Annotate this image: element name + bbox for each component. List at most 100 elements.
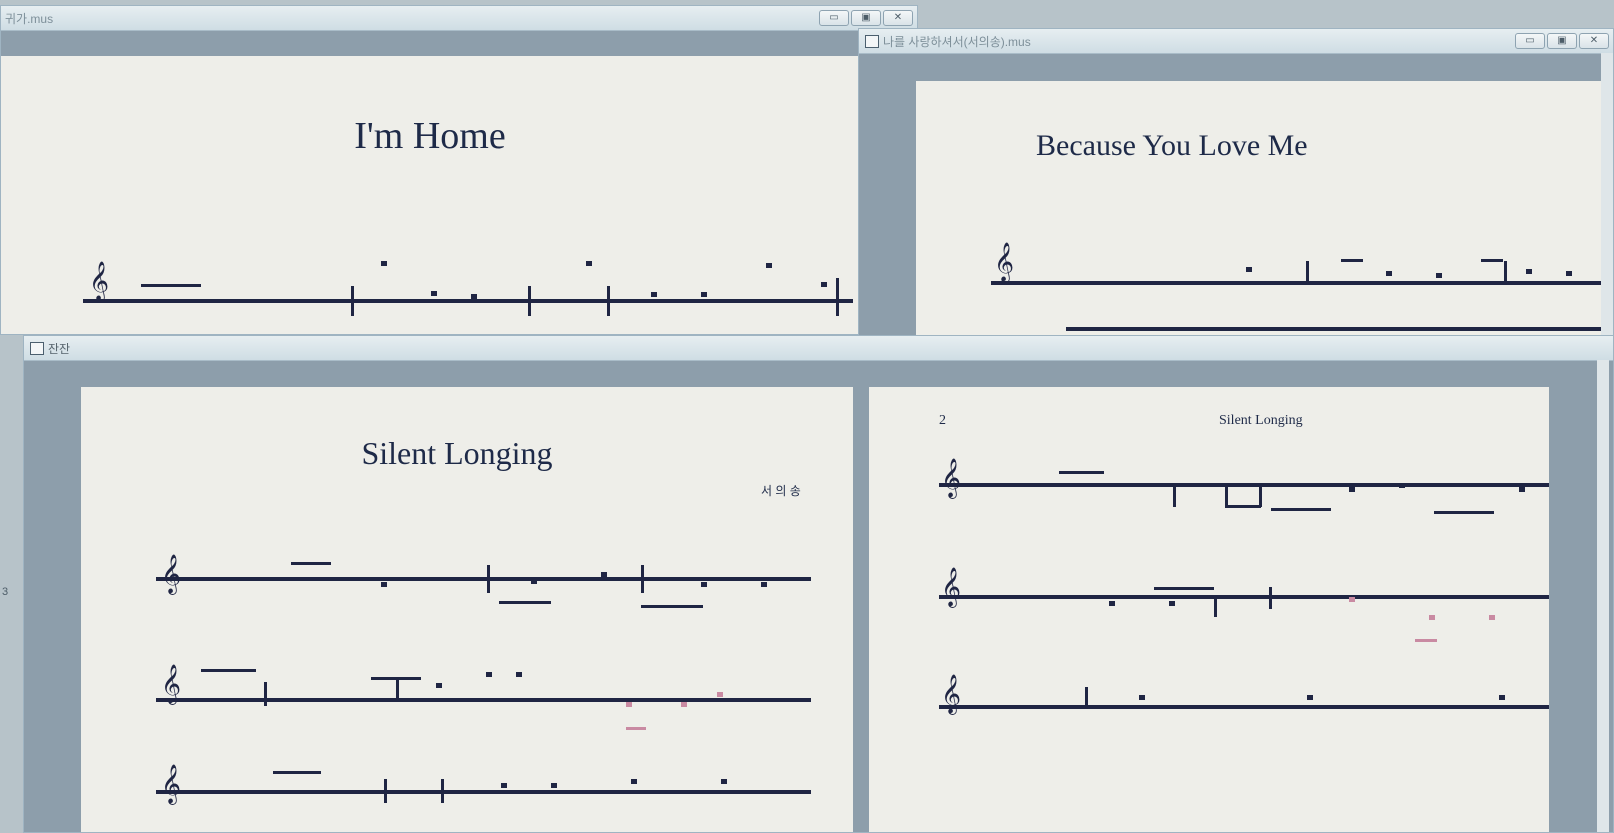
- staff-line: [1066, 327, 1606, 331]
- barline: [1214, 595, 1217, 617]
- note-beam: [1271, 508, 1331, 511]
- treble-clef-icon: 𝄞: [994, 242, 1015, 282]
- barline: [1504, 261, 1507, 285]
- barline: [384, 779, 387, 803]
- book-icon: [30, 342, 44, 355]
- minimize-button[interactable]: ▭: [819, 10, 849, 26]
- minimize-button[interactable]: ▭: [1515, 33, 1545, 49]
- note: [601, 572, 607, 577]
- window-titlebar[interactable]: 귀가.mus ▭ ▣ ✕: [1, 6, 917, 31]
- note-beam: [1225, 505, 1261, 508]
- score-page-2: 2 Silent Longing 𝄞 𝄞 𝄞: [869, 387, 1549, 832]
- note: [471, 294, 477, 299]
- note: [1139, 695, 1145, 700]
- treble-clef-icon: 𝄞: [161, 764, 182, 804]
- note: [1307, 695, 1313, 700]
- note-beam: [1341, 259, 1363, 262]
- note-beam: [641, 605, 703, 608]
- note: [681, 702, 687, 707]
- close-button[interactable]: ✕: [883, 10, 913, 26]
- note: [626, 702, 632, 707]
- note: [721, 779, 727, 784]
- close-button[interactable]: ✕: [1579, 33, 1609, 49]
- staff-line: [83, 299, 853, 303]
- note: [717, 692, 723, 697]
- note: [1436, 273, 1442, 278]
- staff-line: [991, 281, 1606, 285]
- window-im-home[interactable]: 귀가.mus ▭ ▣ ✕ I'm Home 𝄞: [0, 5, 918, 335]
- barline: [641, 565, 644, 593]
- note: [1429, 615, 1435, 620]
- note: [486, 672, 492, 677]
- treble-clef-icon: 𝄞: [161, 554, 182, 594]
- staff-line: [156, 790, 811, 794]
- note: [1399, 483, 1405, 488]
- note-beam: [626, 727, 646, 730]
- note: [766, 263, 772, 268]
- score-page-1: Silent Longing 서 의 송 𝄞 𝄞 𝄞: [81, 387, 853, 832]
- composer-name: 서 의 송: [761, 484, 801, 498]
- note: [1246, 267, 1252, 272]
- note: [1386, 271, 1392, 276]
- barline: [607, 286, 610, 316]
- treble-clef-icon: 𝄞: [89, 261, 110, 301]
- staff-line: [939, 483, 1549, 487]
- note: [1519, 487, 1525, 492]
- score-page: I'm Home 𝄞: [1, 56, 917, 334]
- side-page-indicator: 3: [2, 586, 9, 598]
- window-titlebar[interactable]: 나를 사랑하셔서(서의송).mus ▭ ▣ ✕: [859, 29, 1613, 54]
- staff-line: [156, 698, 811, 702]
- note: [516, 672, 522, 677]
- staff-line: [939, 705, 1549, 709]
- staff-line: [939, 595, 1549, 599]
- note-beam: [201, 669, 256, 672]
- vertical-scrollbar[interactable]: [1597, 360, 1609, 832]
- note: [761, 582, 767, 587]
- barline: [351, 286, 354, 316]
- note: [381, 261, 387, 266]
- note: [1566, 271, 1572, 276]
- note: [1169, 601, 1175, 606]
- song-title: I'm Home: [354, 115, 506, 157]
- note: [1349, 487, 1355, 492]
- note: [701, 292, 707, 297]
- note-beam: [1415, 639, 1437, 642]
- note-beam: [1481, 259, 1503, 262]
- note: [381, 582, 387, 587]
- vertical-scrollbar[interactable]: [1601, 53, 1613, 337]
- note: [651, 292, 657, 297]
- window-title: 나를 사랑하셔서(서의송).mus: [883, 34, 1031, 49]
- note: [551, 783, 557, 788]
- page-header-title: Silent Longing: [1219, 413, 1303, 428]
- note-beam: [1154, 587, 1214, 590]
- treble-clef-icon: 𝄞: [941, 458, 962, 498]
- note-beam: [291, 562, 331, 565]
- note-beam: [141, 284, 201, 287]
- window-titlebar[interactable]: 잔잔: [24, 336, 1613, 361]
- note: [1499, 695, 1505, 700]
- note: [531, 579, 537, 584]
- note: [701, 582, 707, 587]
- barline: [396, 677, 399, 701]
- window-because-you-love-me[interactable]: 나를 사랑하셔서(서의송).mus ▭ ▣ ✕ Because You Love…: [858, 28, 1614, 338]
- barline: [487, 565, 490, 593]
- note: [1349, 597, 1355, 602]
- barline: [528, 286, 531, 316]
- barline: [1269, 587, 1272, 609]
- maximize-button[interactable]: ▣: [1547, 33, 1577, 49]
- barline: [1225, 483, 1228, 507]
- note: [501, 783, 507, 788]
- maximize-button[interactable]: ▣: [851, 10, 881, 26]
- window-silent-longing[interactable]: 잔잔 Silent Longing 서 의 송 𝄞 𝄞 𝄞 2 Silent L…: [23, 335, 1614, 833]
- note: [1526, 269, 1532, 274]
- song-title: Because You Love Me: [1036, 129, 1308, 162]
- note-beam: [1434, 511, 1494, 514]
- note: [1489, 615, 1495, 620]
- note-beam: [499, 601, 551, 604]
- barline: [1306, 261, 1309, 285]
- note: [436, 683, 442, 688]
- note: [1109, 601, 1115, 606]
- book-icon: [865, 35, 879, 48]
- score-page: Because You Love Me 𝄞: [916, 81, 1606, 337]
- song-title: Silent Longing: [361, 435, 553, 471]
